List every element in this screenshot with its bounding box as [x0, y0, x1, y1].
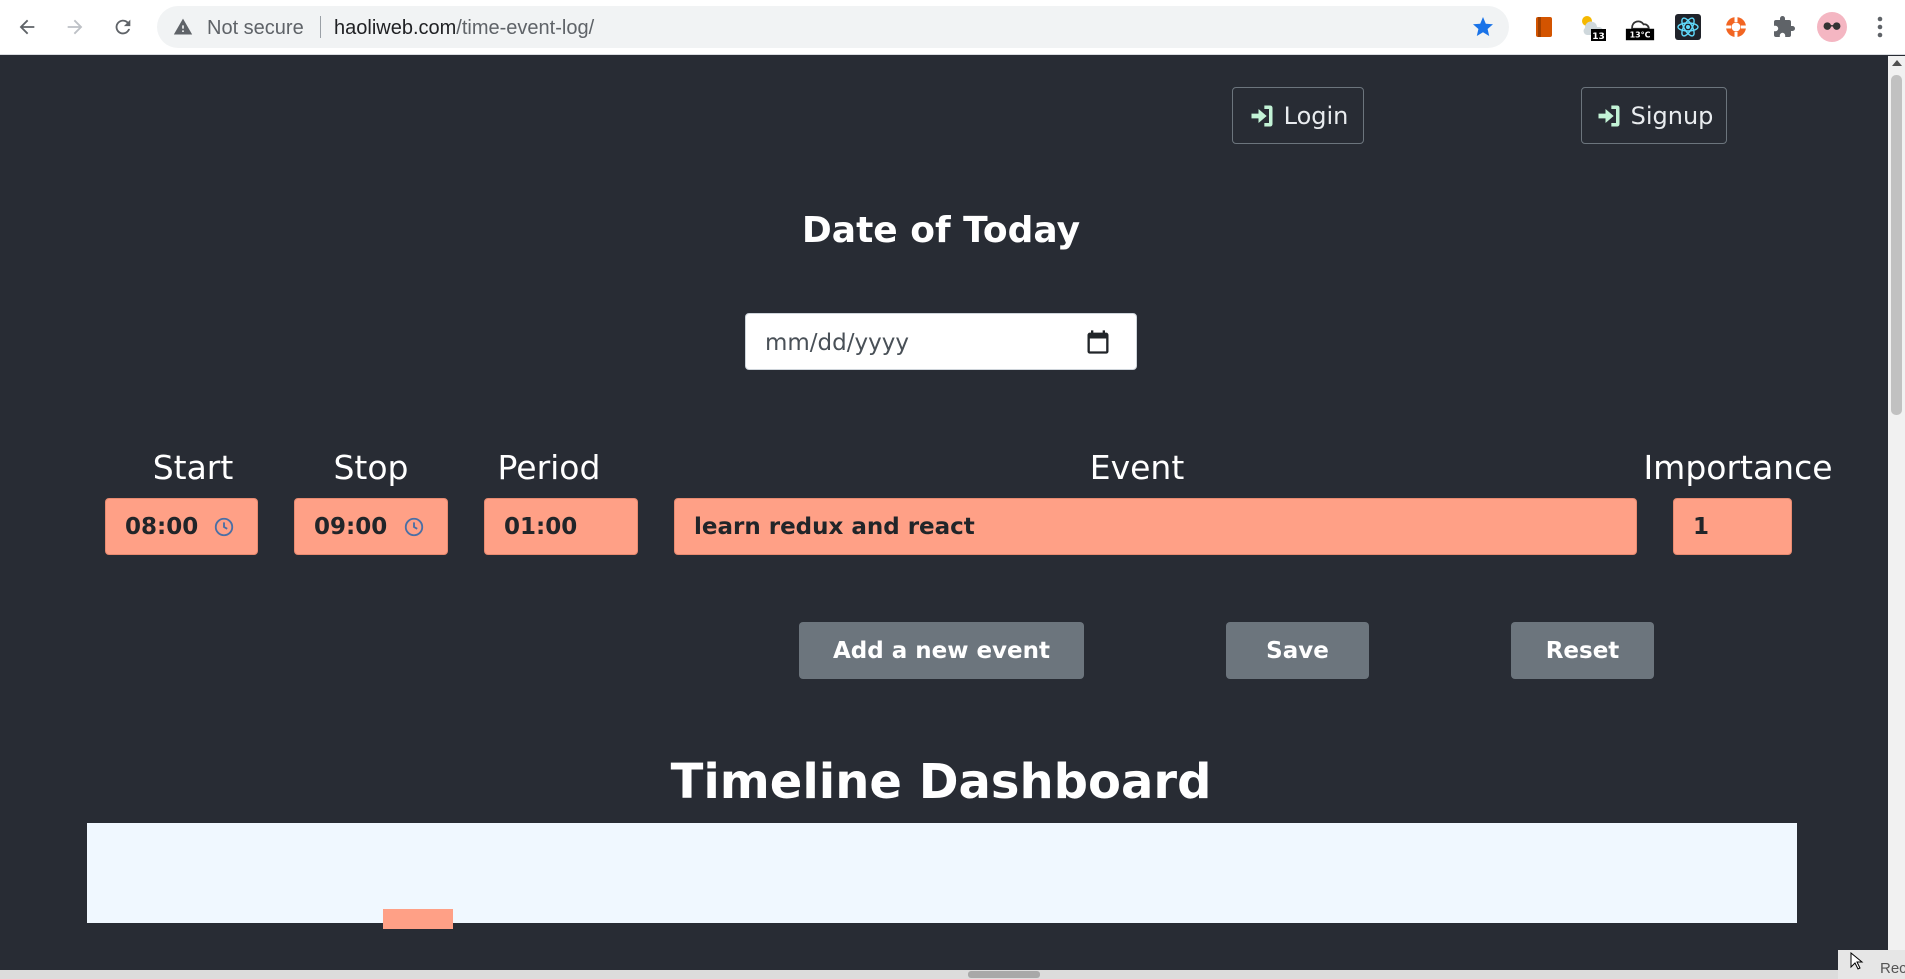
weather-temp-badge-2: 13°C [1630, 31, 1651, 40]
reset-button[interactable]: Reset [1511, 622, 1654, 679]
save-button[interactable]: Save [1226, 622, 1369, 679]
event-input[interactable]: learn redux and react [674, 498, 1637, 555]
recording-label: Recor [1880, 960, 1905, 977]
login-button[interactable]: Login [1232, 87, 1364, 144]
book-extension-icon[interactable] [1529, 12, 1559, 42]
horizontal-scrollbar[interactable] [0, 970, 1888, 979]
sign-in-icon [1251, 105, 1273, 126]
login-label: Login [1283, 101, 1349, 130]
stop-time-value: 09:00 [314, 513, 388, 540]
url-text[interactable]: haoliweb.com/time-event-log/ [334, 17, 594, 40]
scroll-thumb-horizontal[interactable] [968, 971, 1040, 978]
reload-icon[interactable] [108, 12, 138, 42]
weather-sun-extension-icon[interactable]: 13 [1577, 12, 1607, 42]
cursor-icon [1850, 952, 1864, 970]
timeline-event-bar[interactable] [383, 909, 453, 929]
start-time-value: 08:00 [125, 513, 199, 540]
scroll-up-icon[interactable] [1892, 60, 1902, 66]
date-title: Date of Today [801, 210, 1081, 251]
importance-input[interactable]: 1 [1673, 498, 1792, 555]
scroll-thumb[interactable] [1891, 75, 1902, 415]
address-bar[interactable]: Not secure haoliweb.com/time-event-log/ [157, 6, 1509, 48]
event-label: Event [1089, 448, 1185, 487]
weather-cloud-extension-icon[interactable]: 13°C [1625, 12, 1655, 42]
stop-label: Stop [333, 448, 409, 487]
clock-icon[interactable] [403, 516, 425, 538]
lifebuoy-extension-icon[interactable] [1721, 12, 1751, 42]
bookmark-star-icon[interactable] [1471, 15, 1495, 39]
divider [320, 16, 321, 38]
importance-value: 1 [1693, 513, 1710, 540]
vertical-scrollbar[interactable] [1888, 56, 1905, 970]
url-path: /time-event-log/ [456, 17, 595, 39]
signup-button[interactable]: Signup [1581, 87, 1727, 144]
forward-arrow-icon[interactable] [60, 12, 90, 42]
start-label: Start [152, 448, 234, 487]
period-label: Period [497, 448, 601, 487]
sign-in-icon [1598, 105, 1620, 126]
browser-toolbar: Not secure haoliweb.com/time-event-log/ … [0, 0, 1905, 55]
signup-label: Signup [1630, 101, 1714, 130]
weather-temp-badge: 13 [1592, 32, 1605, 42]
clock-icon[interactable] [213, 516, 235, 538]
timeline-panel [87, 823, 1797, 929]
period-value: 01:00 [504, 513, 578, 540]
url-domain: haoliweb.com [334, 17, 457, 39]
date-placeholder: mm/dd/yyyy [765, 330, 909, 356]
start-time-input[interactable]: 08:00 [105, 498, 258, 555]
not-secure-label[interactable]: Not secure [207, 17, 304, 40]
calendar-icon[interactable] [1084, 328, 1112, 356]
importance-label: Importance [1643, 448, 1833, 487]
react-devtools-icon[interactable] [1673, 12, 1703, 42]
more-menu-icon[interactable] [1865, 12, 1895, 42]
avatar[interactable] [1817, 12, 1847, 42]
puzzle-extensions-icon[interactable] [1769, 12, 1799, 42]
dashboard-title: Timeline Dashboard [670, 754, 1212, 810]
date-input[interactable]: mm/dd/yyyy [745, 313, 1137, 370]
back-arrow-icon[interactable] [12, 12, 42, 42]
warning-icon [173, 18, 193, 35]
add-event-button[interactable]: Add a new event [799, 622, 1084, 679]
period-input[interactable]: 01:00 [484, 498, 638, 555]
stop-time-input[interactable]: 09:00 [294, 498, 448, 555]
event-value: learn redux and react [694, 513, 975, 540]
recording-overlay: Recor [1838, 950, 1905, 979]
